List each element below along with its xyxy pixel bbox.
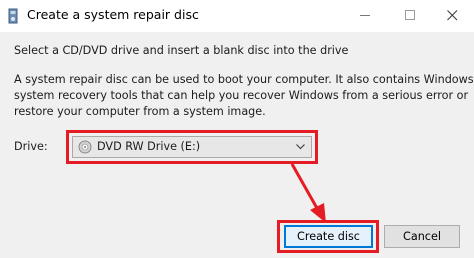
create-disc-button[interactable]: Create disc	[284, 225, 373, 248]
cancel-button[interactable]: Cancel	[384, 225, 460, 248]
annotation-arrow	[290, 163, 326, 223]
repair-disc-dialog: Create a system repair disc Select a CD/…	[0, 0, 474, 258]
